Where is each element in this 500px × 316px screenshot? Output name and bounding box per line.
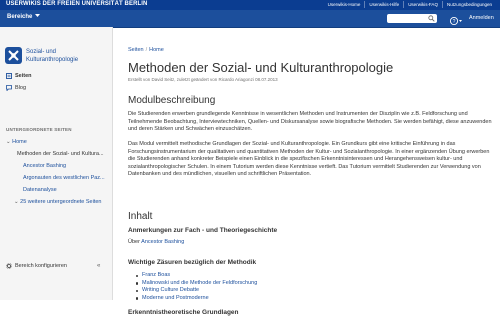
configure-space-button[interactable]: Bereich konfigurieren <box>6 263 67 269</box>
paragraph: Das Modul vermittelt methodische Grundla… <box>128 141 490 177</box>
list-item-link[interactable]: Malinowski und die Methode der Feldforsc… <box>136 280 257 288</box>
configure-space-label: Bereich konfigurieren <box>15 263 67 269</box>
tree-toggle-icon[interactable]: ⌄ <box>6 139 11 145</box>
sidebar-item-pages[interactable]: Seiten <box>6 73 32 79</box>
link-userwikis-home[interactable]: Userwikis-Home <box>324 1 365 8</box>
pages-icon <box>6 73 12 79</box>
ancestor-bashing-link[interactable]: Ancestor Bashing <box>141 239 184 245</box>
list-item-link[interactable]: Franz Boas <box>136 272 257 280</box>
tree-item-child[interactable]: Argonauten des westlichen Paz... <box>23 175 105 181</box>
chevron-down-icon <box>35 14 41 18</box>
subsection-heading: Wichtige Zäsuren bezüglich der Methodik <box>128 259 257 266</box>
login-link[interactable]: Anmelden <box>469 15 494 21</box>
topbar-links: Userwikis-Home Userwikis-Hilfe Userwikis… <box>324 1 496 8</box>
page-metadata: Erstellt von David Seitz, zuletzt geände… <box>128 77 278 82</box>
sidebar: Sozial- und Kulturanthropologie Seiten B… <box>0 27 113 300</box>
section-heading: Modulbeschreibung <box>128 95 216 106</box>
gear-icon <box>6 263 12 269</box>
child-pages-heading: UNTERGEORDNETE SEITEN <box>6 127 72 132</box>
tree-item-child-label: Datenanalyse <box>23 187 57 193</box>
sidebar-item-pages-label: Seiten <box>15 73 32 79</box>
site-brand[interactable]: USERWIKIS DER FREIEN UNIVERSITÄT BERLIN <box>6 1 147 7</box>
tree-item-child[interactable]: Ancestor Bashing <box>23 163 66 169</box>
main-content: Seiten / Home Methoden der Sozial- und Kul… <box>118 27 494 316</box>
link-terms-of-use[interactable]: Nutzungsbedingungen <box>441 1 496 8</box>
blog-icon <box>6 85 12 91</box>
tree-item-home-label: Home <box>12 139 27 145</box>
page-title: Methoden der Sozial- und Kulturanthropol… <box>128 60 394 75</box>
section-heading: Inhalt <box>128 211 153 222</box>
global-topbar: USERWIKIS DER FREIEN UNIVERSITÄT BERLIN … <box>0 0 500 10</box>
space-logo-icon[interactable] <box>5 47 22 64</box>
breadcrumb: Seiten / Home <box>128 47 164 53</box>
tree-more-link[interactable]: ⌄ 25 weitere untergeordnete Seiten <box>14 199 101 205</box>
breadcrumb-item[interactable]: Seiten <box>128 47 144 53</box>
list-item-link[interactable]: Writing Culture Debatte <box>136 287 257 295</box>
link-userwikis-faq[interactable]: Userwikis-FAQ <box>403 1 442 8</box>
search-input[interactable] <box>387 14 437 23</box>
related-link-line: Über Ancestor Bashing <box>128 239 184 245</box>
spaces-menu-button[interactable]: Bereiche <box>7 14 41 20</box>
sidebar-item-blog-label: Blog <box>15 85 27 91</box>
space-title[interactable]: Sozial- und Kulturanthropologie <box>26 48 106 64</box>
svg-text:?: ? <box>453 19 456 25</box>
chevron-down-icon: ⌄ <box>14 199 19 205</box>
ueber-prefix: Über <box>128 239 140 245</box>
subsection-heading: Anmerkungen zur Fach - und Theoriegeschi… <box>128 227 278 234</box>
tree-item-child-label: Argonauten des westlichen Paz... <box>23 175 105 181</box>
tree-item-child[interactable]: Datenanalyse <box>23 187 57 193</box>
sidebar-item-blog[interactable]: Blog <box>6 85 26 91</box>
tree-item-current-page[interactable]: Methoden der Sozial- und Kultura... <box>17 151 104 157</box>
search-icon <box>428 15 435 22</box>
paragraph: Die Studierenden erwerben grundlegende K… <box>128 111 492 132</box>
spaces-menu-label: Bereiche <box>7 14 33 20</box>
link-userwikis-help[interactable]: Userwikis-Hilfe <box>364 1 403 8</box>
tree-item-current-label: Methoden der Sozial- und Kultura... <box>17 151 104 157</box>
tree-item-home[interactable]: ⌄ Home <box>6 139 27 145</box>
breadcrumb-item[interactable]: Home <box>149 47 164 53</box>
methodology-list: Franz Boas Malinowski und die Methode de… <box>136 272 257 302</box>
help-icon: ? <box>449 16 462 26</box>
app-header: Bereiche ? Anmelden <box>0 10 500 28</box>
subsection-heading: Erkenntnistheoretische Grundlagen <box>128 309 239 316</box>
tree-item-child-label: Ancestor Bashing <box>23 163 67 169</box>
collapse-sidebar-icon[interactable]: « <box>97 263 100 269</box>
tree-more-label: 25 weitere untergeordnete Seiten <box>20 199 102 205</box>
list-item-link[interactable]: Moderne und Postmoderne <box>136 295 257 303</box>
